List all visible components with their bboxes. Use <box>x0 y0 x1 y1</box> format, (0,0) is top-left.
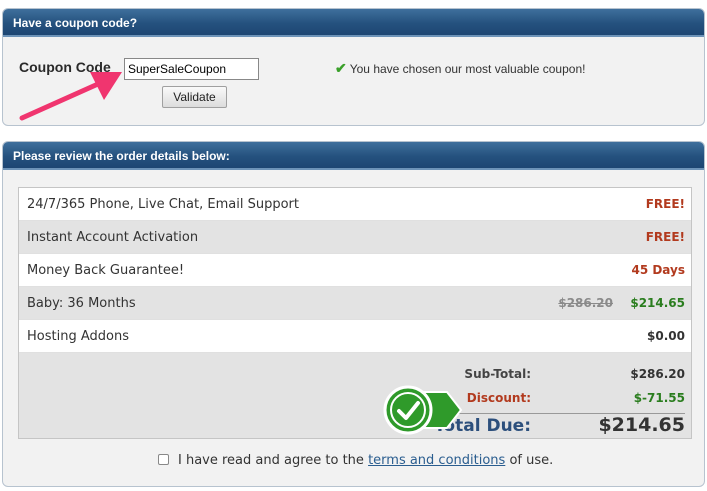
coupon-panel-header: Have a coupon code? <box>3 9 704 37</box>
discount-label: Discount: <box>466 391 531 405</box>
table-row: Money Back Guarantee! 45 Days <box>19 254 691 287</box>
validate-button[interactable]: Validate <box>162 86 227 108</box>
order-totals: Sub-Total: $286.20 Discount: $-71.55 Tot… <box>19 353 691 438</box>
old-price: $286.20 <box>558 296 613 310</box>
coupon-message-text: You have chosen our most valuable coupon… <box>349 62 586 76</box>
item-value: $0.00 <box>647 329 685 343</box>
item-label: Baby: 36 Months <box>27 296 136 311</box>
item-label: 24/7/365 Phone, Live Chat, Email Support <box>27 197 299 212</box>
total-due-value: $214.65 <box>598 414 685 436</box>
subtotal-value: $286.20 <box>630 367 685 381</box>
check-badge-icon <box>383 385 463 435</box>
agree-suffix: of use. <box>509 453 554 468</box>
order-panel-header: Please review the order details below: <box>3 142 704 170</box>
terms-agreement: I have read and agree to the terms and c… <box>158 453 553 468</box>
item-label: Money Back Guarantee! <box>27 263 185 278</box>
table-row: Baby: 36 Months $286.20 $214.65 <box>19 287 691 320</box>
check-icon: ✔ <box>335 60 347 76</box>
arrow-icon <box>19 72 122 121</box>
table-row: Instant Account Activation FREE! <box>19 221 691 254</box>
item-value: 45 Days <box>631 263 685 277</box>
subtotal-label: Sub-Total: <box>464 367 531 381</box>
terms-link[interactable]: terms and conditions <box>368 453 505 468</box>
order-table: 24/7/365 Phone, Live Chat, Email Support… <box>18 187 692 439</box>
item-value: FREE! <box>645 197 685 211</box>
terms-checkbox[interactable] <box>158 454 169 465</box>
table-row: 24/7/365 Phone, Live Chat, Email Support… <box>19 188 691 221</box>
item-label: Hosting Addons <box>27 329 129 344</box>
item-value: $214.65 <box>630 296 685 310</box>
discount-value: $-71.55 <box>633 391 685 405</box>
coupon-success-message: ✔ You have chosen our most valuable coupo… <box>335 60 585 77</box>
item-value: FREE! <box>645 230 685 244</box>
order-details-panel: Please review the order details below: 2… <box>2 141 705 487</box>
table-row: Hosting Addons $0.00 <box>19 320 691 353</box>
coupon-code-input[interactable] <box>124 58 259 80</box>
agree-prefix: I have read and agree to the <box>178 453 364 468</box>
item-label: Instant Account Activation <box>27 230 199 245</box>
